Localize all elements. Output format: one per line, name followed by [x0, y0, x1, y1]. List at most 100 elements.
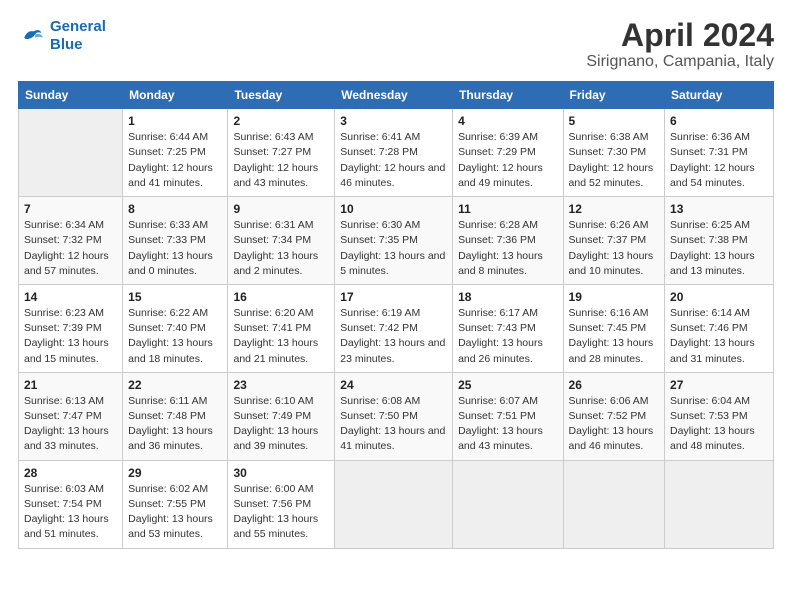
- cell-sun-info: Sunrise: 6:38 AMSunset: 7:30 PMDaylight:…: [569, 130, 660, 191]
- calendar-cell: [665, 460, 774, 548]
- column-header-sunday: Sunday: [19, 82, 123, 109]
- calendar-cell: 30 Sunrise: 6:00 AMSunset: 7:56 PMDayligh…: [228, 460, 335, 548]
- cell-sun-info: Sunrise: 6:19 AMSunset: 7:42 PMDaylight:…: [340, 306, 447, 367]
- cell-sun-info: Sunrise: 6:43 AMSunset: 7:27 PMDaylight:…: [233, 130, 329, 191]
- calendar-week-row: 28 Sunrise: 6:03 AMSunset: 7:54 PMDayligh…: [19, 460, 774, 548]
- day-number: 9: [233, 202, 329, 216]
- column-header-monday: Monday: [123, 82, 228, 109]
- day-number: 30: [233, 466, 329, 480]
- cell-sun-info: Sunrise: 6:33 AMSunset: 7:33 PMDaylight:…: [128, 218, 222, 279]
- cell-sun-info: Sunrise: 6:16 AMSunset: 7:45 PMDaylight:…: [569, 306, 660, 367]
- calendar-cell: 22Sunrise: 6:11 AMSunset: 7:48 PMDayligh…: [123, 372, 228, 460]
- cell-sun-info: Sunrise: 6:23 AMSunset: 7:39 PMDaylight:…: [24, 306, 117, 367]
- cell-sun-info: Sunrise: 6:28 AMSunset: 7:36 PMDaylight:…: [458, 218, 557, 279]
- day-number: 21: [24, 378, 117, 392]
- calendar-cell: [19, 109, 123, 197]
- page-title: April 2024: [586, 18, 774, 53]
- calendar-page: General Blue April 2024 Sirignano, Campa…: [0, 0, 792, 612]
- day-number: 6: [670, 114, 768, 128]
- calendar-cell: 7 Sunrise: 6:34 AMSunset: 7:32 PMDaylight…: [19, 197, 123, 285]
- day-number: 15: [128, 290, 222, 304]
- calendar-cell: 18 Sunrise: 6:17 AMSunset: 7:43 PMDayligh…: [453, 284, 563, 372]
- column-header-saturday: Saturday: [665, 82, 774, 109]
- calendar-cell: 20Sunrise: 6:14 AMSunset: 7:46 PMDayligh…: [665, 284, 774, 372]
- calendar-cell: 13 Sunrise: 6:25 AMSunset: 7:38 PMDayligh…: [665, 197, 774, 285]
- cell-sun-info: Sunrise: 6:13 AMSunset: 7:47 PMDaylight:…: [24, 394, 117, 455]
- day-number: 7: [24, 202, 117, 216]
- calendar-cell: [563, 460, 665, 548]
- calendar-cell: 26 Sunrise: 6:06 AMSunset: 7:52 PMDayligh…: [563, 372, 665, 460]
- column-headers: SundayMondayTuesdayWednesdayThursdayFrid…: [19, 82, 774, 109]
- day-number: 10: [340, 202, 447, 216]
- day-number: 11: [458, 202, 557, 216]
- day-number: 18: [458, 290, 557, 304]
- calendar-cell: 5Sunrise: 6:38 AMSunset: 7:30 PMDaylight…: [563, 109, 665, 197]
- calendar-cell: 12 Sunrise: 6:26 AMSunset: 7:37 PMDayligh…: [563, 197, 665, 285]
- cell-sun-info: Sunrise: 6:22 AMSunset: 7:40 PMDaylight:…: [128, 306, 222, 367]
- cell-sun-info: Sunrise: 6:06 AMSunset: 7:52 PMDaylight:…: [569, 394, 660, 455]
- calendar-cell: 17 Sunrise: 6:19 AMSunset: 7:42 PMDayligh…: [335, 284, 453, 372]
- day-number: 12: [569, 202, 660, 216]
- calendar-week-row: 14 Sunrise: 6:23 AMSunset: 7:39 PMDayligh…: [19, 284, 774, 372]
- day-number: 1: [128, 114, 222, 128]
- cell-sun-info: Sunrise: 6:04 AMSunset: 7:53 PMDaylight:…: [670, 394, 768, 455]
- column-header-thursday: Thursday: [453, 82, 563, 109]
- calendar-cell: 4 Sunrise: 6:39 AMSunset: 7:29 PMDaylight…: [453, 109, 563, 197]
- cell-sun-info: Sunrise: 6:34 AMSunset: 7:32 PMDaylight:…: [24, 218, 117, 279]
- calendar-cell: 23Sunrise: 6:10 AMSunset: 7:49 PMDayligh…: [228, 372, 335, 460]
- calendar-cell: 27 Sunrise: 6:04 AMSunset: 7:53 PMDayligh…: [665, 372, 774, 460]
- cell-sun-info: Sunrise: 6:44 AMSunset: 7:25 PMDaylight:…: [128, 130, 222, 191]
- logo-icon: [18, 22, 46, 50]
- day-number: 27: [670, 378, 768, 392]
- cell-sun-info: Sunrise: 6:39 AMSunset: 7:29 PMDaylight:…: [458, 130, 557, 191]
- calendar-cell: [335, 460, 453, 548]
- day-number: 4: [458, 114, 557, 128]
- cell-sun-info: Sunrise: 6:00 AMSunset: 7:56 PMDaylight:…: [233, 482, 329, 543]
- cell-sun-info: Sunrise: 6:17 AMSunset: 7:43 PMDaylight:…: [458, 306, 557, 367]
- day-number: 14: [24, 290, 117, 304]
- calendar-cell: 8 Sunrise: 6:33 AMSunset: 7:33 PMDaylight…: [123, 197, 228, 285]
- logo-text: General Blue: [50, 18, 106, 54]
- cell-sun-info: Sunrise: 6:02 AMSunset: 7:55 PMDaylight:…: [128, 482, 222, 543]
- calendar-cell: 15 Sunrise: 6:22 AMSunset: 7:40 PMDayligh…: [123, 284, 228, 372]
- calendar-cell: 16Sunrise: 6:20 AMSunset: 7:41 PMDayligh…: [228, 284, 335, 372]
- page-subtitle: Sirignano, Campania, Italy: [586, 53, 774, 71]
- calendar-cell: 3Sunrise: 6:41 AMSunset: 7:28 PMDaylight…: [335, 109, 453, 197]
- cell-sun-info: Sunrise: 6:08 AMSunset: 7:50 PMDaylight:…: [340, 394, 447, 455]
- page-header: General Blue April 2024 Sirignano, Campa…: [18, 18, 774, 71]
- cell-sun-info: Sunrise: 6:36 AMSunset: 7:31 PMDaylight:…: [670, 130, 768, 191]
- day-number: 29: [128, 466, 222, 480]
- day-number: 2: [233, 114, 329, 128]
- calendar-cell: 28 Sunrise: 6:03 AMSunset: 7:54 PMDayligh…: [19, 460, 123, 548]
- calendar-cell: [453, 460, 563, 548]
- cell-sun-info: Sunrise: 6:10 AMSunset: 7:49 PMDaylight:…: [233, 394, 329, 455]
- cell-sun-info: Sunrise: 6:11 AMSunset: 7:48 PMDaylight:…: [128, 394, 222, 455]
- day-number: 25: [458, 378, 557, 392]
- cell-sun-info: Sunrise: 6:41 AMSunset: 7:28 PMDaylight:…: [340, 130, 447, 191]
- day-number: 24: [340, 378, 447, 392]
- cell-sun-info: Sunrise: 6:07 AMSunset: 7:51 PMDaylight:…: [458, 394, 557, 455]
- day-number: 28: [24, 466, 117, 480]
- day-number: 13: [670, 202, 768, 216]
- calendar-cell: 2 Sunrise: 6:43 AMSunset: 7:27 PMDaylight…: [228, 109, 335, 197]
- cell-sun-info: Sunrise: 6:25 AMSunset: 7:38 PMDaylight:…: [670, 218, 768, 279]
- day-number: 26: [569, 378, 660, 392]
- day-number: 20: [670, 290, 768, 304]
- cell-sun-info: Sunrise: 6:31 AMSunset: 7:34 PMDaylight:…: [233, 218, 329, 279]
- day-number: 17: [340, 290, 447, 304]
- cell-sun-info: Sunrise: 6:30 AMSunset: 7:35 PMDaylight:…: [340, 218, 447, 279]
- calendar-cell: 14 Sunrise: 6:23 AMSunset: 7:39 PMDayligh…: [19, 284, 123, 372]
- calendar-cell: 11 Sunrise: 6:28 AMSunset: 7:36 PMDayligh…: [453, 197, 563, 285]
- calendar-cell: 1 Sunrise: 6:44 AMSunset: 7:25 PMDaylight…: [123, 109, 228, 197]
- calendar-week-row: 7 Sunrise: 6:34 AMSunset: 7:32 PMDaylight…: [19, 197, 774, 285]
- cell-sun-info: Sunrise: 6:03 AMSunset: 7:54 PMDaylight:…: [24, 482, 117, 543]
- calendar-table: SundayMondayTuesdayWednesdayThursdayFrid…: [18, 81, 774, 548]
- day-number: 16: [233, 290, 329, 304]
- title-block: April 2024 Sirignano, Campania, Italy: [586, 18, 774, 71]
- calendar-cell: 25 Sunrise: 6:07 AMSunset: 7:51 PMDayligh…: [453, 372, 563, 460]
- calendar-cell: 19Sunrise: 6:16 AMSunset: 7:45 PMDayligh…: [563, 284, 665, 372]
- day-number: 8: [128, 202, 222, 216]
- column-header-wednesday: Wednesday: [335, 82, 453, 109]
- cell-sun-info: Sunrise: 6:26 AMSunset: 7:37 PMDaylight:…: [569, 218, 660, 279]
- calendar-cell: 21 Sunrise: 6:13 AMSunset: 7:47 PMDayligh…: [19, 372, 123, 460]
